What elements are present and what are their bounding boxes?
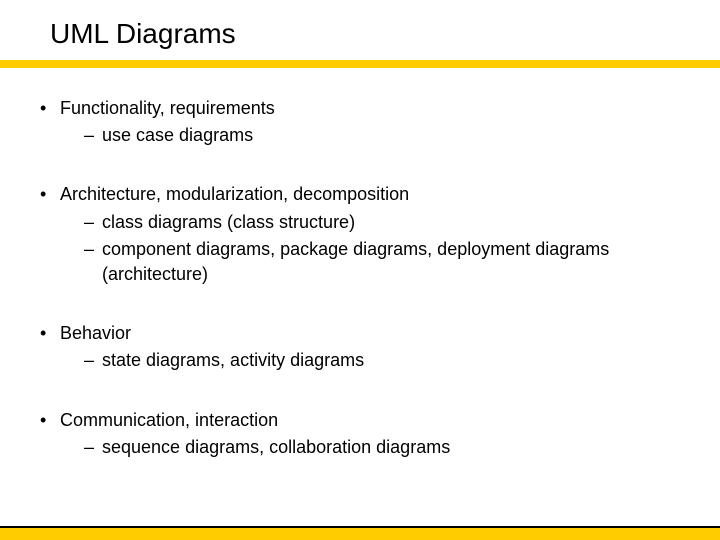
divider-bottom — [0, 528, 720, 540]
bullet-sub: use case diagrams — [40, 123, 680, 148]
bullet-main: Behavior — [40, 321, 680, 346]
bullet-sub: component diagrams, package diagrams, de… — [40, 237, 680, 287]
divider-top — [0, 60, 720, 68]
bullet-main: Functionality, requirements — [40, 96, 680, 121]
bullet-sub: class diagrams (class structure) — [40, 210, 680, 235]
slide-title: UML Diagrams — [0, 0, 720, 60]
bullet-group: Communication, interaction sequence diag… — [40, 408, 680, 460]
bullet-main: Architecture, modularization, decomposit… — [40, 182, 680, 207]
bullet-sub: sequence diagrams, collaboration diagram… — [40, 435, 680, 460]
bullet-main: Communication, interaction — [40, 408, 680, 433]
bullet-group: Architecture, modularization, decomposit… — [40, 182, 680, 287]
slide-container: UML Diagrams Functionality, requirements… — [0, 0, 720, 540]
bullet-sub: state diagrams, activity diagrams — [40, 348, 680, 373]
bullet-group: Functionality, requirements use case dia… — [40, 96, 680, 148]
slide-content: Functionality, requirements use case dia… — [0, 68, 720, 460]
bullet-group: Behavior state diagrams, activity diagra… — [40, 321, 680, 373]
